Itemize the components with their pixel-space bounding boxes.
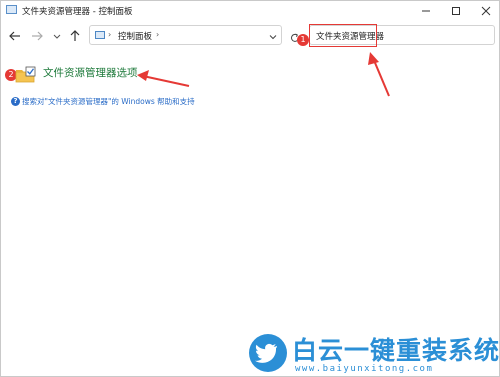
control-panel-window: 文件夹资源管理器 - 控制面板 › 控制面板 › 文件夹资源管理器 1 2 文件… — [0, 0, 500, 377]
annotation-arrows — [137, 52, 390, 97]
twitter-bird-logo — [249, 334, 287, 372]
arrow-to-search — [368, 52, 390, 97]
site-watermark: 白云一键重装系统 www.baiyunxitong.com — [249, 331, 499, 376]
watermark-title: 白云一键重装系统 — [292, 336, 500, 365]
arrow-to-result — [137, 70, 190, 87]
watermark-url: www.baiyunxitong.com — [295, 364, 434, 374]
